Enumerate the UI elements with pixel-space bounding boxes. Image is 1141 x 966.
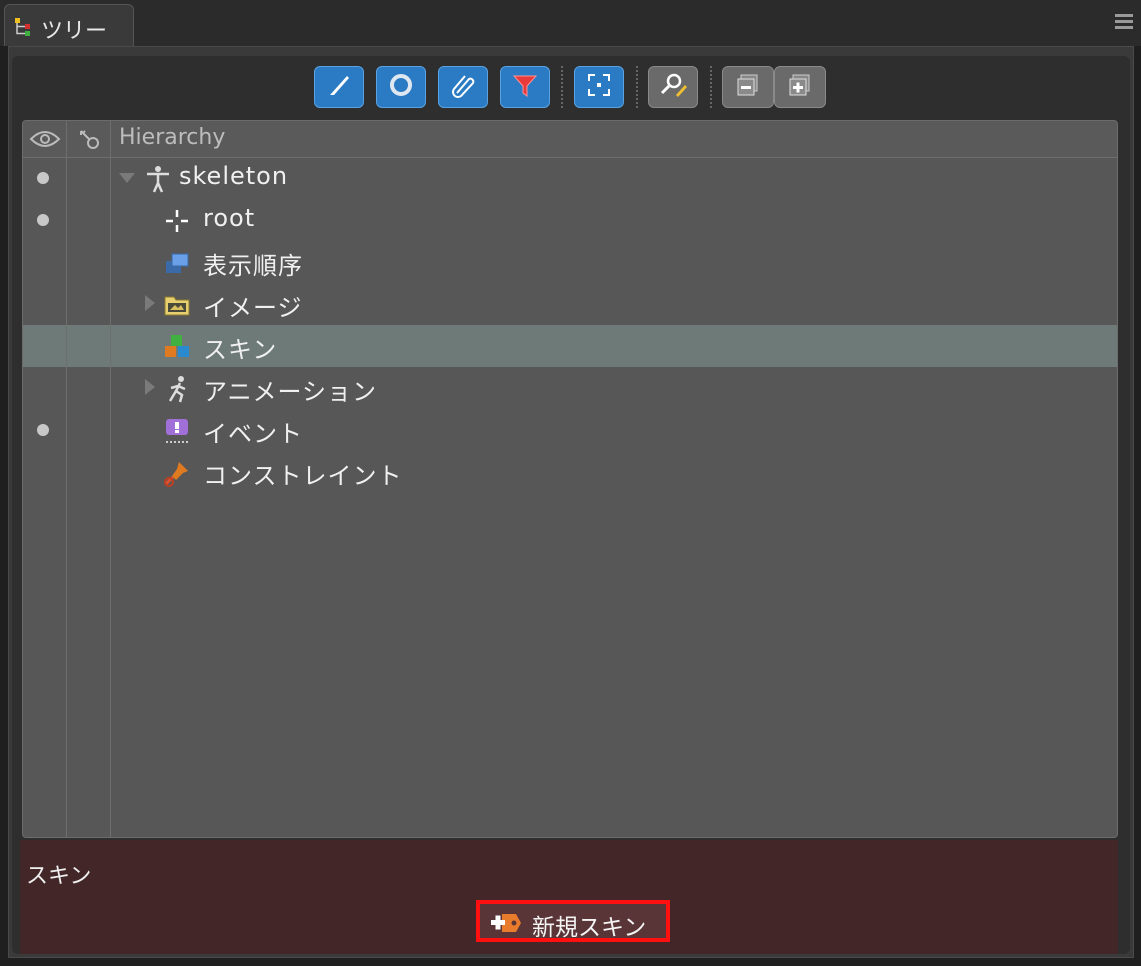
tree-row-label: root <box>203 204 256 232</box>
toolbar-separator <box>636 66 640 108</box>
hierarchy-header: Hierarchy <box>119 125 226 150</box>
event-icon <box>163 417 191 445</box>
new-skin-icon <box>488 910 522 936</box>
visibility-dot[interactable] <box>37 214 49 226</box>
tree-row[interactable]: イベント <box>23 409 1117 451</box>
slots-filter-button[interactable] <box>376 66 426 108</box>
skins-icon <box>163 333 191 361</box>
tree-row-label: アニメーション <box>203 378 378 406</box>
tree-header: Hierarchy <box>23 121 1117 158</box>
tree-row[interactable]: スキン <box>23 325 1117 367</box>
tree-row-label: イベント <box>203 420 303 448</box>
search-icon <box>658 71 688 103</box>
visibility-dot[interactable] <box>37 424 49 436</box>
tree-row-label: skeleton <box>179 162 289 190</box>
properties-panel: スキン 新規スキン <box>20 840 1118 954</box>
collapse-all-button[interactable] <box>722 66 774 108</box>
tree-row[interactable]: 表示順序 <box>23 241 1117 283</box>
attachments-filter-button[interactable] <box>438 66 488 108</box>
chevron-down-icon[interactable] <box>119 173 135 183</box>
tree-row[interactable]: skeleton <box>23 157 1117 199</box>
ring-icon <box>387 71 415 103</box>
tree-row[interactable]: イメージ <box>23 283 1117 325</box>
new-skin-button[interactable]: 新規スキン <box>476 900 670 942</box>
skeleton-icon <box>143 165 171 193</box>
tree-row-label: コンストレイント <box>203 462 403 490</box>
bone-icon <box>325 71 353 103</box>
tab-label: ツリー <box>41 19 108 44</box>
toolbar-separator <box>710 66 714 108</box>
tab-bar: ツリー <box>0 0 1141 46</box>
tree-icon <box>15 18 35 36</box>
focus-icon <box>585 71 613 103</box>
expand-icon <box>787 72 813 102</box>
panel-menu-icon[interactable] <box>1115 14 1133 29</box>
focus-button[interactable] <box>574 66 624 108</box>
chevron-right-icon[interactable] <box>145 379 155 395</box>
paperclip-icon <box>449 71 477 103</box>
filter-button[interactable] <box>500 66 550 108</box>
eye-icon[interactable] <box>29 129 61 153</box>
key-icon[interactable] <box>77 127 101 155</box>
properties-title: スキン <box>26 864 92 889</box>
chevron-right-icon[interactable] <box>145 295 155 311</box>
funnel-icon <box>511 71 539 103</box>
tree-row[interactable]: アニメーション <box>23 367 1117 409</box>
expand-all-button[interactable] <box>774 66 826 108</box>
column-divider <box>66 121 67 837</box>
hierarchy-tree[interactable]: Hierarchy skeleton root 表示順序イメージスキンアニメーション… <box>22 120 1118 838</box>
constraint-icon <box>163 459 191 487</box>
tree-row[interactable]: コンストレイント <box>23 451 1117 493</box>
search-button[interactable] <box>648 66 698 108</box>
draw-order-icon <box>163 249 191 277</box>
collapse-icon <box>735 72 761 102</box>
animation-icon <box>163 375 191 403</box>
tree-row-label: イメージ <box>203 294 303 322</box>
tree-row-label: スキン <box>203 336 278 364</box>
visibility-dot[interactable] <box>37 172 49 184</box>
folder-icon <box>163 291 191 319</box>
tree-row[interactable]: root <box>23 199 1117 241</box>
tab-tree[interactable]: ツリー <box>4 4 134 46</box>
new-skin-label: 新規スキン <box>532 915 647 941</box>
column-divider <box>110 121 111 837</box>
bone-root-icon <box>163 207 191 235</box>
tree-row-label: 表示順序 <box>203 252 303 280</box>
bones-filter-button[interactable] <box>314 66 364 108</box>
toolbar-separator <box>561 66 565 108</box>
